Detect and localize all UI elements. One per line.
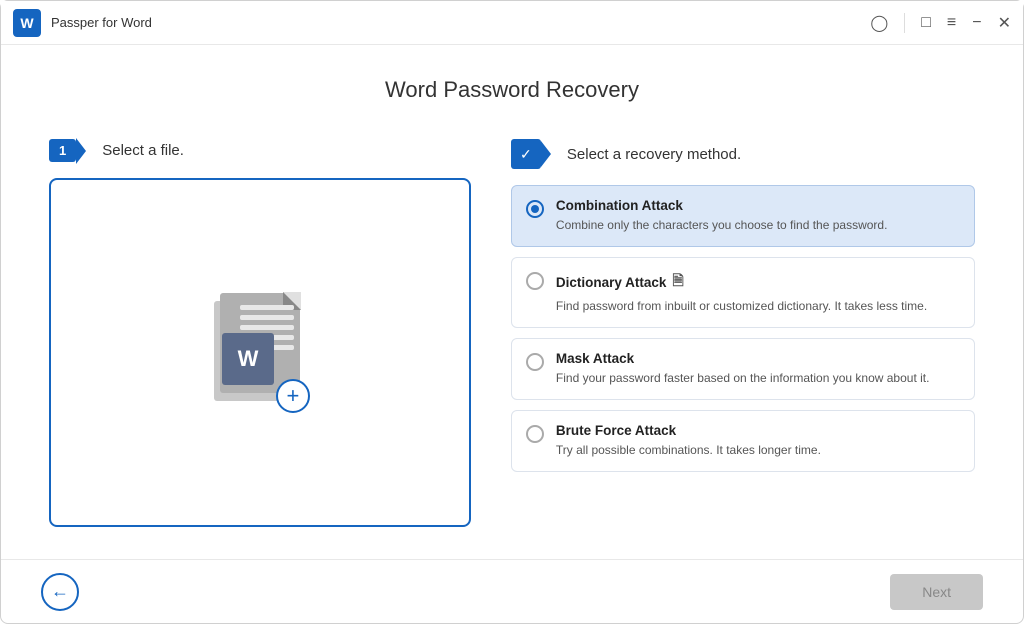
method-combination-name: Combination Attack <box>556 198 960 213</box>
method-list: Combination Attack Combine only the char… <box>511 185 975 472</box>
radio-brute[interactable] <box>526 425 544 443</box>
page-front: W <box>220 293 300 393</box>
app-logo: W <box>13 9 41 37</box>
method-dictionary-info: Dictionary Attack 🗎 Find password from i… <box>556 270 960 315</box>
app-title: Passper for Word <box>51 15 870 30</box>
radio-dictionary[interactable] <box>526 272 544 290</box>
method-mask[interactable]: Mask Attack Find your password faster ba… <box>511 338 975 400</box>
step2-label: Select a recovery method. <box>567 146 741 163</box>
window-controls: ◯ □ ≡ − ✕ <box>870 13 1011 33</box>
back-button[interactable]: ← <box>41 573 79 611</box>
page-title: Word Password Recovery <box>49 77 975 103</box>
step1-header: 1 Select a file. <box>49 139 471 162</box>
bottom-bar: ← Next <box>1 559 1023 623</box>
menu-icon[interactable]: ≡ <box>947 14 956 32</box>
method-brute[interactable]: Brute Force Attack Try all possible comb… <box>511 410 975 472</box>
dictionary-file-icon: 🗎 <box>672 270 683 294</box>
account-icon[interactable]: ◯ <box>870 13 888 33</box>
method-combination-desc: Combine only the characters you choose t… <box>556 216 960 234</box>
back-arrow-icon: ← <box>51 581 69 602</box>
step2-check: ✓ <box>511 139 541 169</box>
line3 <box>240 325 294 330</box>
close-icon[interactable]: ✕ <box>998 13 1011 33</box>
method-dictionary-name: Dictionary Attack 🗎 <box>556 270 960 294</box>
divider <box>904 13 905 33</box>
radio-combination[interactable] <box>526 200 544 218</box>
method-dictionary[interactable]: Dictionary Attack 🗎 Find password from i… <box>511 257 975 328</box>
right-column: ✓ Select a recovery method. Combination … <box>511 139 975 527</box>
method-brute-name: Brute Force Attack <box>556 423 960 438</box>
add-file-icon: + <box>276 379 310 413</box>
titlebar: W Passper for Word ◯ □ ≡ − ✕ <box>1 1 1023 45</box>
step2-header: ✓ Select a recovery method. <box>511 139 975 169</box>
left-column: 1 Select a file. W <box>49 139 471 527</box>
method-brute-info: Brute Force Attack Try all possible comb… <box>556 423 960 459</box>
word-badge: W <box>222 333 274 385</box>
method-combination[interactable]: Combination Attack Combine only the char… <box>511 185 975 247</box>
line2 <box>240 315 294 320</box>
method-mask-name: Mask Attack <box>556 351 960 366</box>
step1-badge: 1 <box>49 139 76 162</box>
two-columns: 1 Select a file. W <box>49 139 975 527</box>
main-content: Word Password Recovery 1 Select a file. <box>1 45 1023 559</box>
method-dictionary-desc: Find password from inbuilt or customized… <box>556 297 960 315</box>
method-combination-info: Combination Attack Combine only the char… <box>556 198 960 234</box>
method-brute-desc: Try all possible combinations. It takes … <box>556 441 960 459</box>
method-mask-desc: Find your password faster based on the i… <box>556 369 960 387</box>
radio-mask[interactable] <box>526 353 544 371</box>
minimize-icon[interactable]: − <box>972 14 981 32</box>
file-drop-area[interactable]: W + <box>49 178 471 527</box>
method-mask-info: Mask Attack Find your password faster ba… <box>556 351 960 387</box>
line1 <box>240 305 294 310</box>
step1-label: Select a file. <box>102 142 184 159</box>
chat-icon[interactable]: □ <box>921 14 931 32</box>
next-button[interactable]: Next <box>890 574 983 610</box>
word-file-icon: W + <box>210 293 310 413</box>
